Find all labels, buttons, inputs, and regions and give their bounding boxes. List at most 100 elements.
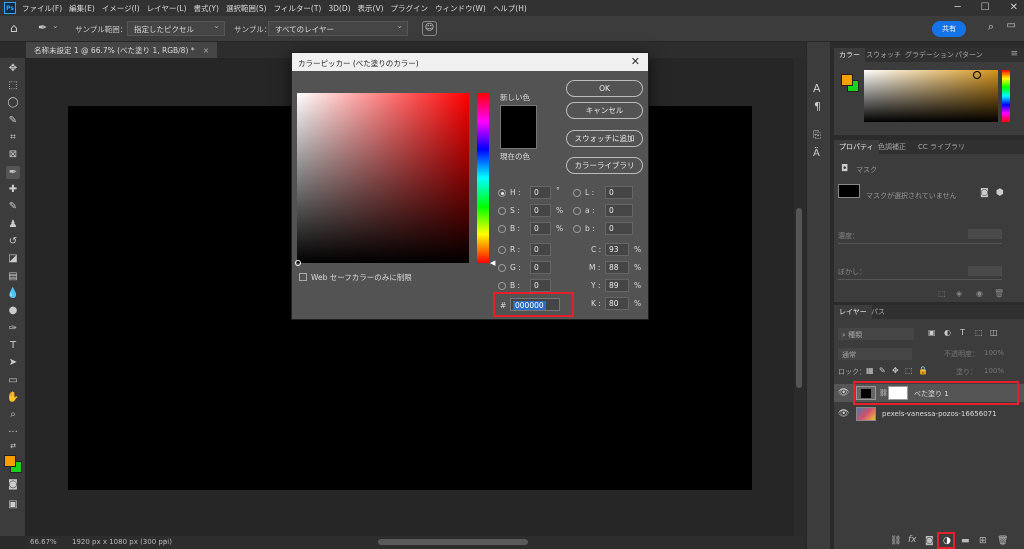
sample-select[interactable]: すべてのレイヤー [268, 21, 408, 36]
a-field[interactable]: 0 [605, 204, 633, 217]
radio-blue[interactable] [498, 282, 506, 290]
type-tool-icon[interactable]: T [6, 339, 20, 352]
lock-position-icon[interactable]: ✥ [892, 366, 899, 375]
menu-edit[interactable]: 編集(E) [69, 3, 95, 14]
scrollbar-thumb[interactable] [796, 208, 802, 388]
tab-cc-libraries[interactable]: CC ライブラリ [913, 140, 970, 154]
link-layers-icon[interactable]: ⛓ [890, 536, 901, 546]
menu-view[interactable]: 表示(V) [358, 3, 384, 14]
radio-a[interactable] [573, 207, 581, 215]
document-info[interactable]: 1920 px x 1080 px (300 ppi) [72, 538, 172, 546]
pen-tool-icon[interactable]: ✑ [6, 322, 20, 335]
visibility-eye-icon[interactable]: 👁 [838, 409, 849, 419]
disable-mask-eye-icon[interactable]: ◉ [976, 289, 983, 298]
tab-adjustments[interactable]: 色調補正 [873, 140, 911, 154]
history-panel-icon[interactable]: ⎘ [813, 130, 821, 141]
quick-mask-icon[interactable]: ◙ [6, 478, 20, 491]
s-field[interactable]: 0 [530, 204, 551, 217]
share-button[interactable]: 共有 [932, 21, 966, 37]
healing-brush-tool-icon[interactable]: ✚ [6, 183, 20, 196]
minimize-icon[interactable]: ─ [955, 2, 961, 13]
menu-select[interactable]: 選択範囲(S) [226, 3, 267, 14]
workspace-icon[interactable]: ▭ [1007, 20, 1016, 31]
radio-s[interactable] [498, 207, 506, 215]
hue-strip[interactable] [477, 93, 489, 263]
apply-mask-icon[interactable]: ◈ [956, 289, 962, 298]
menu-image[interactable]: イメージ(I) [102, 3, 140, 14]
l-field[interactable]: 0 [605, 186, 633, 199]
radio-r[interactable] [498, 246, 506, 254]
status-arrow-icon[interactable]: › [164, 537, 167, 545]
m-field[interactable]: 88 [605, 261, 629, 274]
maximize-icon[interactable]: ☐ [981, 2, 990, 13]
lasso-tool-icon[interactable]: ◯ [6, 96, 20, 109]
opacity-value[interactable]: 100% [984, 349, 1004, 357]
ok-button[interactable]: OK [566, 80, 643, 97]
glyphs-panel-icon[interactable]: Ä [813, 148, 820, 159]
search-icon[interactable]: ⌕ [988, 20, 994, 34]
more-tools-icon[interactable]: ··· [6, 426, 20, 439]
frame-tool-icon[interactable]: ⊠ [6, 148, 20, 161]
g-field[interactable]: 0 [530, 261, 551, 274]
saturation-brightness-field[interactable] [297, 93, 469, 263]
menu-plugins[interactable]: プラグイン [391, 3, 429, 14]
rectangle-tool-icon[interactable]: ▭ [6, 374, 20, 387]
color-libraries-button[interactable]: カラーライブラリ [566, 157, 643, 174]
layer-filter-select[interactable]: ⌕ 種類 [838, 328, 914, 340]
new-group-icon[interactable]: ▬ [961, 536, 970, 546]
lock-all-icon[interactable]: 🔒 [918, 366, 928, 375]
close-tab-icon[interactable]: × [203, 46, 209, 55]
feather-field[interactable] [968, 266, 1002, 276]
radio-b[interactable] [498, 225, 506, 233]
tab-patterns[interactable]: パターン [950, 48, 988, 62]
menu-layer[interactable]: レイヤー(L) [147, 3, 187, 14]
menu-type[interactable]: 書式(Y) [194, 3, 219, 14]
feather-slider[interactable] [838, 279, 1002, 280]
zoom-level[interactable]: 66.67% [30, 538, 57, 546]
quick-select-tool-icon[interactable]: ✎ [6, 114, 20, 127]
hue-slider-arrow-icon[interactable]: ◀ [490, 259, 495, 267]
screen-mode-icon[interactable]: ▣ [6, 498, 20, 511]
layer-name[interactable]: pexels-vanessa-pozos-16656071 [882, 410, 997, 418]
gradient-tool-icon[interactable]: ▤ [6, 270, 20, 283]
close-icon[interactable]: ✕ [1010, 2, 1018, 13]
lab-b-field[interactable]: 0 [605, 222, 633, 235]
eraser-tool-icon[interactable]: ◪ [6, 252, 20, 265]
r-field[interactable]: 0 [530, 243, 551, 256]
dialog-close-icon[interactable]: ✕ [631, 55, 640, 68]
menu-file[interactable]: ファイル(F) [22, 3, 62, 14]
eyedropper-tool-icon[interactable]: ✒ [6, 166, 20, 179]
y-field[interactable]: 89 [605, 279, 629, 292]
clone-stamp-tool-icon[interactable]: ♟ [6, 218, 20, 231]
foreground-color-swatch[interactable] [4, 455, 16, 467]
radio-lab-b[interactable] [573, 225, 581, 233]
vector-mask-icon[interactable]: ⬢ [996, 188, 1004, 198]
filter-smart-icon[interactable]: ◫ [990, 328, 998, 337]
color-field-cursor[interactable] [295, 260, 301, 266]
lock-image-icon[interactable]: ✎ [879, 366, 886, 375]
radio-g[interactable] [498, 264, 506, 272]
fill-value[interactable]: 100% [984, 367, 1004, 375]
horizontal-scrollbar-thumb[interactable] [378, 539, 528, 545]
blur-tool-icon[interactable]: 💧 [6, 287, 20, 300]
visibility-eye-icon[interactable]: 👁 [838, 388, 849, 398]
swap-colors-icon[interactable]: ⇄ [6, 440, 20, 453]
vertical-scrollbar[interactable] [794, 58, 804, 536]
hand-tool-icon[interactable]: ✋ [6, 391, 20, 404]
home-icon[interactable]: ⌂ [10, 21, 18, 35]
path-select-tool-icon[interactable]: ➤ [6, 356, 20, 369]
fx-icon[interactable]: fx [908, 535, 917, 545]
layer-row[interactable]: 👁 pexels-vanessa-pozos-16656071 [834, 405, 1024, 423]
density-slider[interactable] [838, 243, 1002, 244]
history-brush-tool-icon[interactable]: ↺ [6, 235, 20, 248]
color-panel-foreground-swatch[interactable] [841, 74, 853, 86]
menu-window[interactable]: ウィンドウ(W) [435, 3, 486, 14]
marquee-tool-icon[interactable]: ⬚ [6, 79, 20, 92]
menu-help[interactable]: ヘルプ(H) [493, 3, 527, 14]
k-field[interactable]: 80 [605, 297, 629, 310]
web-safe-checkbox[interactable] [299, 273, 307, 281]
filter-shape-icon[interactable]: ⬚ [975, 328, 983, 337]
tab-paths[interactable]: パス [866, 305, 890, 319]
sample-size-select[interactable]: 指定したピクセル [127, 21, 225, 36]
blue-field[interactable]: 0 [530, 279, 551, 292]
